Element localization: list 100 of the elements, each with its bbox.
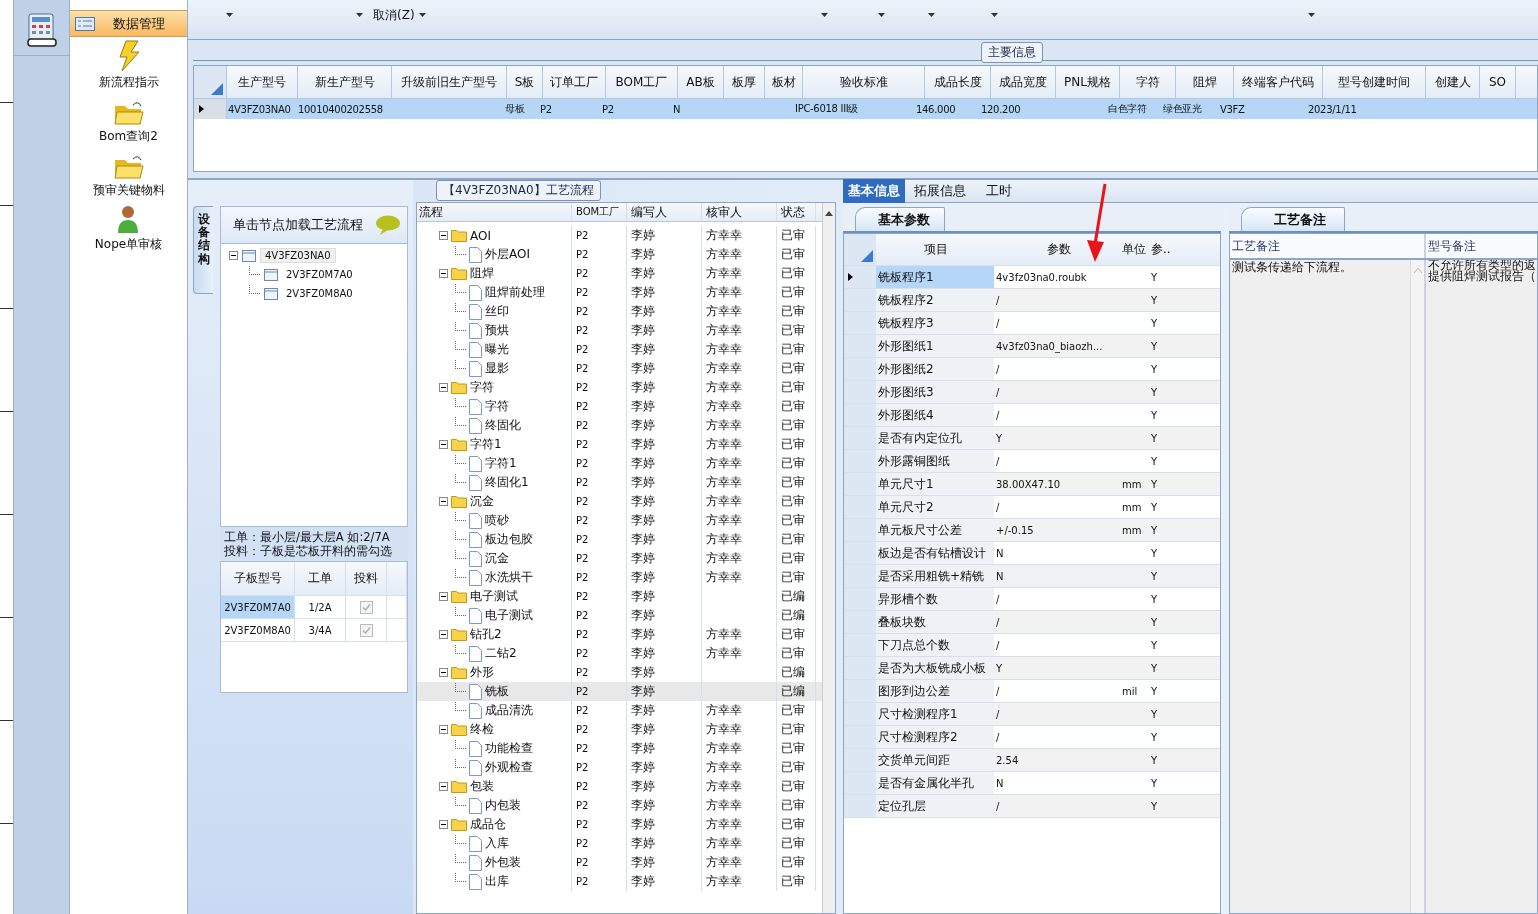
- nav-item[interactable]: 预审关键物料: [92, 145, 165, 199]
- tree-row[interactable]: 终固化1 P2 李婷 方幸幸 已审: [417, 473, 822, 492]
- tree-row[interactable]: 水洗烘干 P2 李婷 方幸幸 已审: [417, 568, 822, 587]
- tab[interactable]: 拓展信息: [909, 179, 971, 203]
- table-cell[interactable]: 交货单元间距: [876, 749, 994, 771]
- column-header[interactable]: 新生产型号: [298, 66, 392, 98]
- tree-row[interactable]: 阻焊前处理 P2 李婷 方幸幸 已审: [417, 283, 822, 302]
- column-header[interactable]: PNL规格: [1056, 66, 1120, 98]
- tree-row[interactable]: 字符 P2 李婷 方幸幸 已审: [417, 378, 822, 397]
- tree-row[interactable]: 字符1 P2 李婷 方幸幸 已审: [417, 454, 822, 473]
- column-header[interactable]: 单位: [1121, 234, 1149, 265]
- tab[interactable]: 工时: [981, 179, 1017, 203]
- collapse-icon[interactable]: [439, 668, 448, 677]
- column-header[interactable]: 板材: [765, 66, 803, 98]
- caret-icon[interactable]: [1308, 13, 1315, 17]
- collapse-icon[interactable]: [439, 231, 448, 240]
- column-header[interactable]: S板: [507, 66, 543, 98]
- tree-row[interactable]: 成品清洗 P2 李婷 方幸幸 已审: [417, 701, 822, 720]
- column-header[interactable]: 字符: [1120, 66, 1176, 98]
- table-cell[interactable]: 板边是否有钻槽设计: [876, 542, 994, 564]
- nav-item[interactable]: 新流程指示: [98, 37, 159, 91]
- table-cell[interactable]: 是否有金属化半孔: [876, 772, 994, 794]
- tree-row[interactable]: 丝印 P2 李婷 方幸幸 已审: [417, 302, 822, 321]
- tree-row[interactable]: 字符1 P2 李婷 方幸幸 已审: [417, 435, 822, 454]
- table-cell[interactable]: 叠板块数: [876, 611, 994, 633]
- tree-row[interactable]: 电子测试 P2 李婷 已编: [417, 587, 822, 606]
- table-cell[interactable]: 异形槽个数: [876, 588, 994, 610]
- tree-row[interactable]: 显影 P2 李婷 方幸幸 已审: [417, 359, 822, 378]
- column-header[interactable]: 投料: [346, 562, 387, 595]
- table-cell[interactable]: 2V3FZ0M7A0: [221, 596, 295, 618]
- caret-icon[interactable]: [991, 13, 998, 17]
- column-header[interactable]: 板厚: [724, 66, 765, 98]
- tree-row[interactable]: 电子测试 P2 李婷 已编: [417, 606, 822, 625]
- column-header[interactable]: 状态: [777, 203, 816, 221]
- table-cell[interactable]: 定位孔层: [876, 795, 994, 817]
- caret-icon[interactable]: [821, 13, 828, 17]
- tree-row[interactable]: 二钻2 P2 李婷 方幸幸 已审: [417, 644, 822, 663]
- tree-row[interactable]: 成品仓 P2 李婷 方幸幸 已审: [417, 815, 822, 834]
- table-cell[interactable]: 单元尺寸2: [876, 496, 994, 518]
- tab[interactable]: 基本信息: [843, 179, 905, 203]
- column-header[interactable]: 生产型号: [227, 66, 298, 98]
- table-cell[interactable]: 是否有内定位孔: [876, 427, 994, 449]
- tree-row[interactable]: 终检 P2 李婷 方幸幸 已审: [417, 720, 822, 739]
- column-header[interactable]: 创建人: [1426, 66, 1480, 98]
- tree-row[interactable]: 喷砂 P2 李婷 方幸幸 已审: [417, 511, 822, 530]
- column-header[interactable]: SO: [1480, 66, 1516, 98]
- tree-row[interactable]: 外观检查 P2 李婷 方幸幸 已审: [417, 758, 822, 777]
- collapse-icon[interactable]: [439, 383, 448, 392]
- nav-group-header[interactable]: 数据管理: [70, 10, 187, 37]
- table-cell[interactable]: 外形图纸2: [876, 358, 994, 380]
- table-row[interactable]: 4V3FZ03NA0 10010400202558 母板 P2 P2 N IPC-6018 III级 146.000 120.200 白色字符 绿色亚光 V3FZ 2023/1/11: [194, 99, 1537, 119]
- column-header[interactable]: 型号备注: [1426, 234, 1537, 258]
- tree-row[interactable]: 终固化 P2 李婷 方幸幸 已审: [417, 416, 822, 435]
- collapse-icon[interactable]: [439, 630, 448, 639]
- tab[interactable]: 工艺备注: [1241, 207, 1345, 231]
- column-header[interactable]: 项目: [876, 234, 994, 265]
- column-header[interactable]: 阻焊: [1176, 66, 1234, 98]
- caret-icon[interactable]: [928, 13, 935, 17]
- tree-row[interactable]: 外包装 P2 李婷 方幸幸 已审: [417, 853, 822, 872]
- column-header[interactable]: 工单: [295, 562, 346, 595]
- collapse-icon[interactable]: [439, 497, 448, 506]
- scroll-up-icon[interactable]: [825, 211, 833, 216]
- table-cell[interactable]: 铣板程序2: [876, 289, 994, 311]
- column-header[interactable]: 流程: [417, 203, 572, 221]
- scrollbar[interactable]: [822, 203, 835, 913]
- caret-icon[interactable]: [356, 13, 363, 17]
- tree-row[interactable]: 铣板 P2 李婷 已编: [417, 682, 822, 701]
- table-cell[interactable]: 单元尺寸1: [876, 473, 994, 495]
- caret-icon[interactable]: [226, 13, 233, 17]
- column-header[interactable]: 参数: [994, 234, 1121, 265]
- column-header[interactable]: 验收标准: [803, 66, 925, 98]
- collapse-icon[interactable]: [439, 820, 448, 829]
- vertical-tab[interactable]: 设备结构: [193, 206, 213, 294]
- table-cell[interactable]: 铣板程序1: [876, 266, 994, 288]
- menu-item[interactable]: 取消(Z): [373, 6, 415, 24]
- table-cell[interactable]: 外形图纸4: [876, 404, 994, 426]
- tree-row[interactable]: 钻孔2 P2 李婷 方幸幸 已审: [417, 625, 822, 644]
- collapse-icon[interactable]: [439, 269, 448, 278]
- tree-row[interactable]: 预烘 P2 李婷 方幸幸 已审: [417, 321, 822, 340]
- collapse-icon[interactable]: [229, 251, 238, 260]
- tree-node[interactable]: 2V3FZ0M8A0: [282, 287, 357, 300]
- tree-row[interactable]: 外层AOI P2 李婷 方幸幸 已审: [417, 245, 822, 264]
- tree-row[interactable]: 沉金 P2 李婷 方幸幸 已审: [417, 492, 822, 511]
- table-cell[interactable]: 铣板程序3: [876, 312, 994, 334]
- checkbox[interactable]: [359, 600, 373, 614]
- calculator-icon[interactable]: [26, 12, 57, 47]
- table-cell[interactable]: 单元板尺寸公差: [876, 519, 994, 541]
- tree-row[interactable]: 功能检查 P2 李婷 方幸幸 已审: [417, 739, 822, 758]
- collapse-icon[interactable]: [439, 782, 448, 791]
- table-cell[interactable]: 外形露铜图纸: [876, 450, 994, 472]
- table-cell[interactable]: 2V3FZ0M8A0: [221, 619, 295, 641]
- nav-item[interactable]: Bom查询2: [99, 91, 158, 145]
- column-header[interactable]: 终端客户代码: [1234, 66, 1323, 98]
- caret-icon[interactable]: [419, 13, 426, 17]
- column-header[interactable]: 参..: [1149, 234, 1173, 265]
- column-header[interactable]: 核审人: [702, 203, 777, 221]
- column-header[interactable]: 升级前旧生产型号: [392, 66, 507, 98]
- checkbox[interactable]: [359, 623, 373, 637]
- table-cell[interactable]: 尺寸检测程序1: [876, 703, 994, 725]
- column-header[interactable]: BOM工厂: [606, 66, 678, 98]
